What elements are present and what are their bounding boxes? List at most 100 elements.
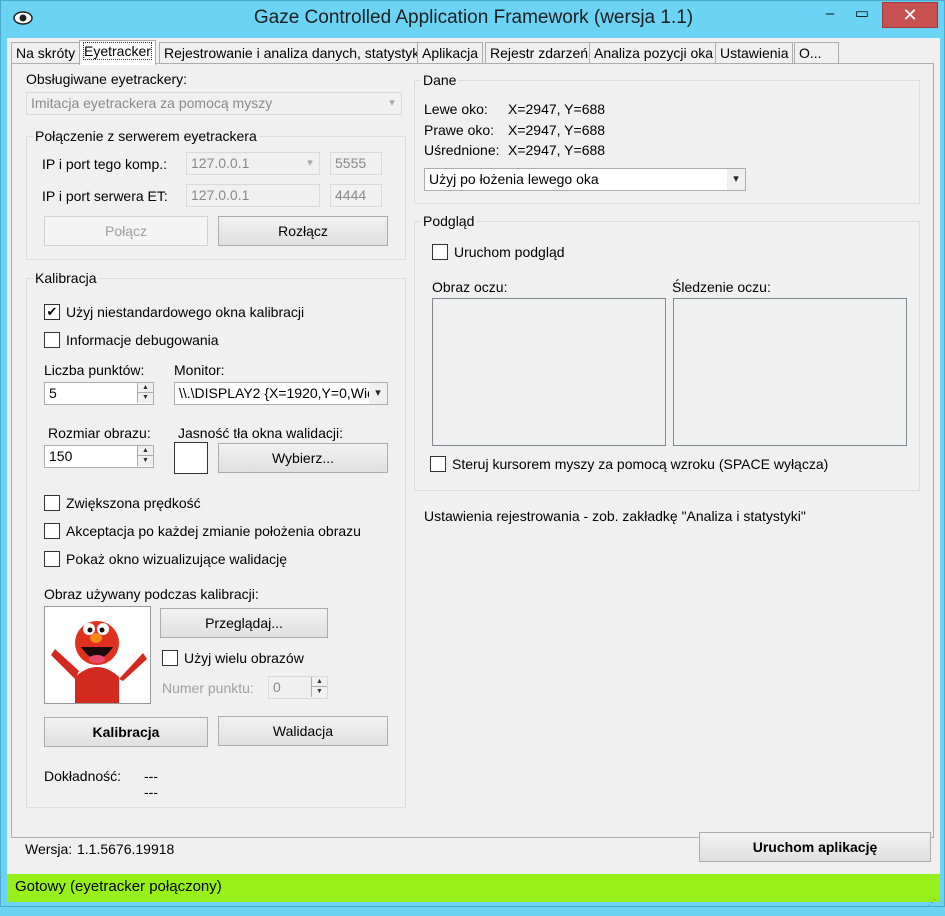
- custom-calibration-checkbox[interactable]: ✔: [44, 304, 60, 320]
- close-button[interactable]: ✕: [882, 2, 938, 28]
- spin-down-icon[interactable]: ▼: [137, 456, 153, 466]
- local-ip-value: 127.0.0.1: [191, 155, 250, 171]
- tab-about[interactable]: O...: [794, 42, 839, 64]
- tab-event-log[interactable]: Rejestr zdarzeń: [485, 42, 594, 64]
- tab-label: Na skróty: [16, 45, 76, 61]
- status-text: Gotowy (eyetracker połączony): [15, 878, 222, 895]
- title-bar[interactable]: Gaze Controlled Application Framework (w…: [1, 1, 945, 37]
- calibrate-button[interactable]: Kalibracja: [44, 717, 208, 747]
- supported-eyetrackers-label: Obsługiwane eyetrackery:: [26, 71, 188, 87]
- image-size-value: 150: [49, 448, 73, 464]
- spin-up-icon[interactable]: ▲: [311, 677, 327, 687]
- average-label: Uśrednione:: [424, 142, 500, 158]
- image-size-stepper[interactable]: 150 ▲ ▼: [44, 445, 154, 468]
- accuracy-value-1: ---: [144, 768, 158, 784]
- recording-settings-note: Ustawienia rejestrowania - zob. zakładkę…: [424, 508, 806, 524]
- monitor-label: Monitor:: [174, 362, 225, 378]
- eye-position-select[interactable]: Użyj po łożenia lewego oka ▾: [424, 168, 746, 191]
- spin-down-icon[interactable]: ▼: [137, 393, 153, 403]
- custom-calibration-label: Użyj niestandardowego okna kalibracji: [66, 304, 305, 320]
- average-value: X=2947, Y=688: [508, 142, 606, 158]
- tab-label: Aplikacja: [422, 45, 479, 61]
- eyes-image-panel: [432, 298, 666, 446]
- chevron-down-icon: ▾: [369, 383, 387, 404]
- eyetracker-select-value: Imitacja eyetrackera za pomocą myszy: [31, 95, 273, 111]
- tab-settings[interactable]: Ustawienia: [715, 42, 794, 64]
- debug-info-checkbox[interactable]: [44, 332, 60, 348]
- version-label: Wersja:: [25, 841, 73, 857]
- eye-tracking-label: Śledzenie oczu:: [672, 279, 771, 295]
- run-preview-label: Uruchom podgląd: [454, 244, 565, 260]
- local-ip-select[interactable]: 127.0.0.1 ▾: [186, 152, 320, 175]
- calibration-group-title: Kalibracja: [33, 270, 99, 286]
- tab-label: O...: [799, 45, 822, 61]
- accept-label: Akceptacja po każdej zmianie położenia o…: [66, 523, 361, 539]
- status-bar: Gotowy (eyetracker połączony) ⋰: [7, 874, 940, 907]
- speed-checkbox[interactable]: [44, 495, 60, 511]
- eyetracker-select[interactable]: Imitacja eyetrackera za pomocą myszy ▾: [26, 92, 402, 115]
- spin-down-icon[interactable]: ▼: [311, 687, 327, 697]
- calibration-image-label: Obraz używany podczas kalibracji:: [44, 586, 259, 602]
- show-validation-label: Pokaż okno wizualizujące walidację: [66, 551, 288, 567]
- maximize-button[interactable]: ▭: [847, 2, 877, 28]
- brightness-color-swatch[interactable]: [174, 442, 208, 474]
- eyes-image-label: Obraz oczu:: [432, 279, 508, 295]
- multi-images-checkbox[interactable]: [162, 650, 178, 666]
- right-eye-value: X=2947, Y=688: [508, 122, 606, 138]
- resize-grip-icon[interactable]: ⋰: [928, 890, 938, 907]
- tab-shortcuts[interactable]: Na skróty: [11, 42, 81, 64]
- tab-application[interactable]: Aplikacja: [417, 42, 484, 64]
- calibration-image-preview: [44, 606, 151, 704]
- debug-info-label: Informacje debugowania: [66, 332, 219, 348]
- disconnect-button[interactable]: Rozłącz: [218, 216, 388, 246]
- points-count-label: Liczba punktów:: [44, 362, 145, 378]
- spin-up-icon[interactable]: ▲: [137, 383, 153, 393]
- accept-checkbox[interactable]: [44, 523, 60, 539]
- browse-button[interactable]: Przeglądaj...: [160, 608, 328, 638]
- chevron-down-icon: ▾: [301, 153, 319, 174]
- server-ip-label: IP i port serwera ET:: [42, 188, 168, 204]
- run-preview-checkbox[interactable]: [432, 244, 448, 260]
- choose-color-button[interactable]: Wybierz...: [218, 443, 388, 473]
- eye-tracking-panel: [673, 298, 907, 446]
- accuracy-label: Dokładność:: [44, 768, 122, 784]
- points-count-value: 5: [49, 385, 57, 401]
- show-validation-checkbox[interactable]: [44, 551, 60, 567]
- minimize-button[interactable]: ‒: [819, 2, 841, 28]
- client-area: Na skróty Eyetracker Rejestrowanie i ana…: [7, 38, 941, 907]
- point-number-stepper[interactable]: 0 ▲ ▼: [268, 676, 328, 699]
- accuracy-value-2: ---: [144, 784, 158, 800]
- spin-up-icon[interactable]: ▲: [137, 446, 153, 456]
- right-eye-label: Prawe oko:: [424, 122, 495, 138]
- tab-label: Analiza pozycji oka: [594, 45, 714, 61]
- data-group-title: Dane: [421, 72, 459, 88]
- brightness-label: Jasność tła okna walidacji:: [178, 425, 343, 441]
- left-eye-label: Lewe oko:: [424, 101, 488, 117]
- chevron-down-icon: ▾: [383, 93, 401, 114]
- eye-position-select-value: Użyj po łożenia lewego oka: [429, 171, 599, 187]
- preview-group-title: Podgląd: [421, 213, 477, 229]
- tab-label: Rejestrowanie i analiza danych, statysty…: [164, 45, 423, 61]
- cursor-control-checkbox[interactable]: [430, 456, 446, 472]
- point-number-value: 0: [273, 679, 281, 695]
- points-count-stepper[interactable]: 5 ▲ ▼: [44, 382, 154, 405]
- image-size-label: Rozmiar obrazu:: [48, 425, 151, 441]
- local-ip-label: IP i port tego komp.:: [42, 156, 168, 172]
- tab-recording[interactable]: Rejestrowanie i analiza danych, statysty…: [159, 42, 428, 64]
- tab-label: Rejestr zdarzeń: [490, 45, 589, 61]
- monitor-select-value: \\.\DISPLAY2 {X=1920,Y=0,Width: [179, 385, 387, 401]
- local-port-field[interactable]: 5555: [330, 152, 382, 175]
- tab-eye-position[interactable]: Analiza pozycji oka: [589, 42, 719, 64]
- point-number-label: Numer punktu:: [162, 680, 254, 696]
- tab-label: Eyetracker: [83, 42, 152, 60]
- monitor-select[interactable]: \\.\DISPLAY2 {X=1920,Y=0,Width ▾: [174, 382, 388, 405]
- eyetracker-tab-page: Obsługiwane eyetrackery: Imitacja eyetra…: [11, 63, 934, 838]
- server-port-field[interactable]: 4444: [330, 184, 382, 207]
- run-application-button[interactable]: Uruchom aplikację: [699, 832, 931, 862]
- tab-eyetracker[interactable]: Eyetracker: [79, 40, 156, 65]
- left-eye-value: X=2947, Y=688: [508, 101, 606, 117]
- validate-button[interactable]: Walidacja: [218, 716, 388, 746]
- connect-button[interactable]: Połącz: [44, 216, 208, 246]
- server-ip-field[interactable]: 127.0.0.1: [186, 184, 320, 207]
- tab-strip: Na skróty Eyetracker Rejestrowanie i ana…: [11, 40, 941, 65]
